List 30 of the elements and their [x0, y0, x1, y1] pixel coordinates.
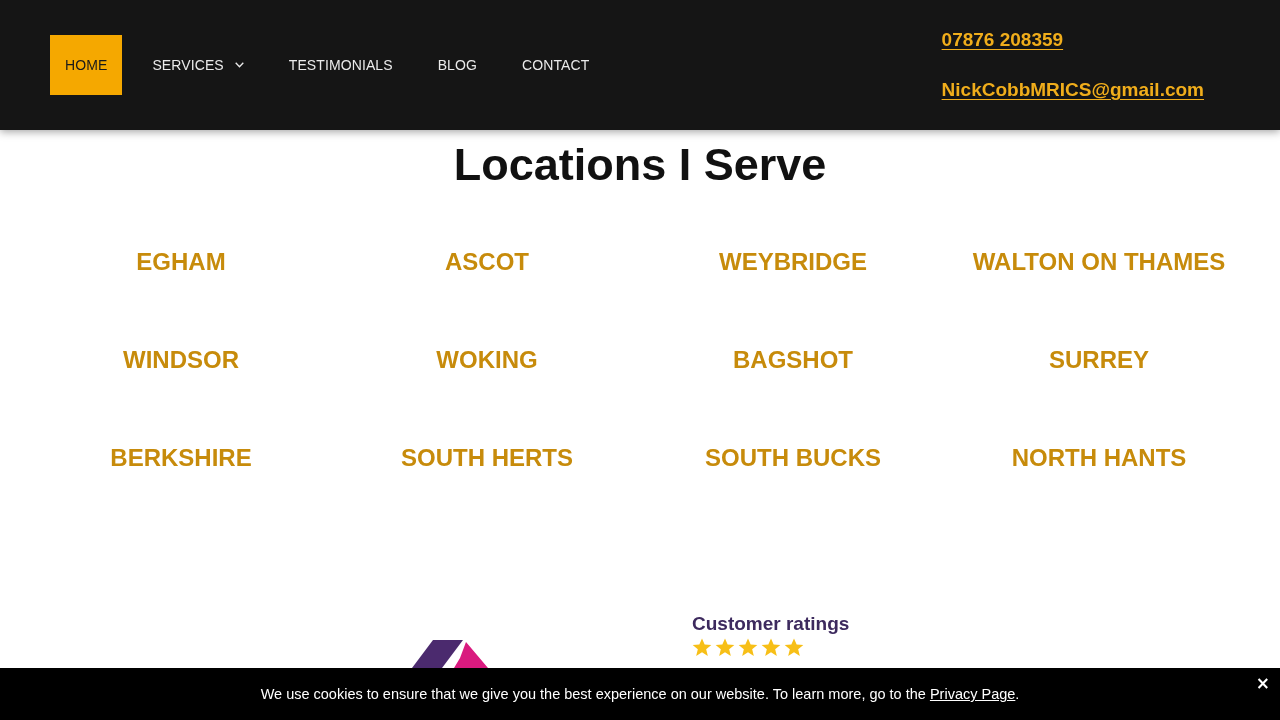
location-label: SOUTH HERTS — [401, 443, 573, 473]
location-label: SOUTH BUCKS — [705, 443, 881, 473]
location-label: WALTON ON THAMES — [972, 247, 1226, 277]
close-button[interactable]: × — [1253, 674, 1272, 692]
nav-link[interactable]: CONTACT — [506, 35, 605, 95]
star-icon — [738, 638, 758, 658]
section-heading: Locations I Serve — [452, 139, 828, 191]
location-label: BAGSHOT — [733, 345, 853, 375]
privacy-link[interactable]: Privacy Page — [929, 686, 1016, 702]
star-icon — [715, 638, 735, 658]
nav-link[interactable]: HOME — [50, 35, 123, 95]
cookie-message: We use cookies to ensure that we give you the best experience on our website. To learn more, go to the Privacy Page. — [260, 686, 1020, 702]
location-label: NORTH HANTS — [1011, 443, 1187, 473]
email-link[interactable]: NickCobbMRICS@gmail.com — [941, 77, 1204, 103]
location-label: WOKING — [436, 345, 538, 375]
nav-link[interactable]: BLOG — [422, 35, 492, 95]
location-label: WINDSOR — [123, 345, 239, 375]
star-icon — [761, 638, 781, 658]
star-icon — [784, 638, 804, 658]
chevron-down-icon — [234, 62, 244, 68]
ratings-title: Customer ratings — [692, 613, 850, 635]
nav-link[interactable]: TESTIMONIALS — [273, 35, 408, 95]
location-label: BERKSHIRE — [110, 443, 252, 473]
phone-link[interactable]: 07876 208359 — [941, 27, 1064, 53]
location-label: WEYBRIDGE — [719, 247, 867, 277]
location-label: ASCOT — [445, 247, 529, 277]
nav-link[interactable]: SERVICES — [137, 35, 259, 95]
location-label: SURREY — [1049, 345, 1149, 375]
star-icon — [692, 638, 712, 658]
location-label: EGHAM — [136, 247, 226, 277]
